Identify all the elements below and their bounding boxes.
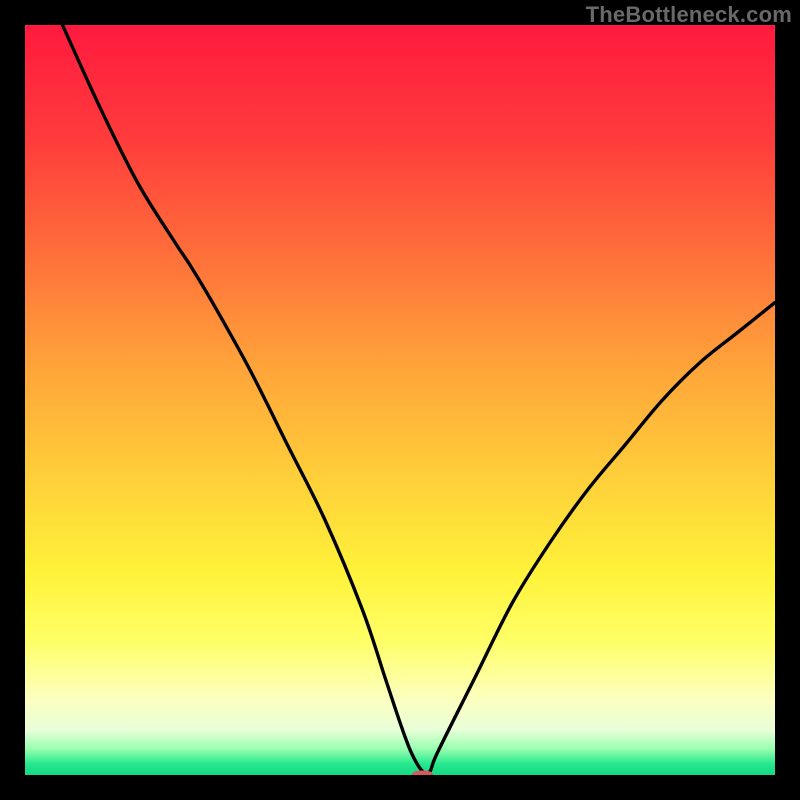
chart-frame: TheBottleneck.com xyxy=(0,0,800,800)
watermark-text: TheBottleneck.com xyxy=(586,2,792,28)
bottleneck-chart xyxy=(25,25,775,775)
